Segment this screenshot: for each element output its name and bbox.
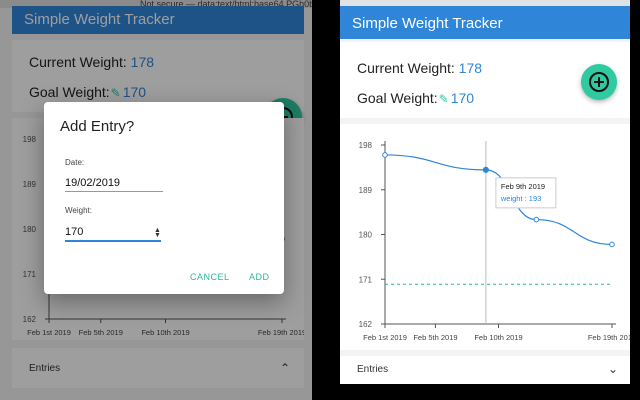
x-tick-label: Feb 19th 2019 (588, 333, 630, 342)
y-tick-label: 189 (359, 186, 373, 195)
date-label: Date: (65, 158, 85, 167)
y-tick-label: 180 (359, 231, 373, 240)
y-tick-label: 162 (359, 320, 373, 329)
current-weight: Current Weight: 178 (357, 60, 482, 76)
weight-field[interactable] (65, 224, 161, 242)
window-gap (340, 384, 630, 400)
goal-weight: Goal Weight:✎ 170 (357, 90, 474, 106)
weight-label: Weight: (65, 206, 92, 215)
weight-chart-svg[interactable]: 162 171 180 189 198 Feb 1st 2019 Feb 5th 2019 F… (340, 124, 636, 350)
current-weight-label: Current Weight: (357, 60, 455, 76)
date-field[interactable] (65, 174, 163, 192)
add-entry-button[interactable] (581, 64, 617, 100)
cancel-button[interactable]: CANCEL (190, 272, 230, 282)
goal-weight-label: Goal Weight: (357, 90, 438, 106)
left-app-view: Not secure — data:text/html;base64,PGh0b… (0, 0, 312, 400)
current-weight-value: 178 (458, 60, 483, 76)
entries-label: Entries (357, 364, 389, 375)
app-bar-title: Simple Weight Tracker (340, 6, 630, 39)
y-tick-label: 198 (359, 141, 373, 150)
weight-stepper[interactable]: ▲ ▼ (154, 227, 161, 239)
tooltip-value: weight : 193 (500, 194, 541, 203)
x-tick-label: Feb 10th 2019 (474, 333, 522, 342)
add-button[interactable]: ADD (249, 272, 270, 282)
dialog-title: Add Entry? (60, 118, 135, 135)
right-app-view: Simple Weight Tracker Current Weight: 17… (340, 0, 636, 384)
weight-data-point (382, 152, 388, 158)
goal-weight-value: 170 (450, 90, 475, 106)
weight-data-point (609, 241, 615, 248)
x-tick-label: Feb 5th 2019 (413, 333, 457, 342)
tooltip-title: Feb 9th 2019 (501, 182, 545, 191)
entries-panel[interactable]: Entries ⌄ (340, 356, 630, 384)
weight-summary-card: Current Weight: 178 Goal Weight:✎ 170 (340, 42, 630, 118)
screenshot-stage: Not secure — data:text/html;base64,PGh0b… (0, 0, 640, 400)
weight-data-point (482, 166, 489, 173)
add-circle-icon (589, 72, 609, 92)
y-tick-label: 171 (359, 275, 373, 284)
weight-data-point (533, 216, 540, 223)
weight-chart-card: 162 171 180 189 198 Feb 1st 2019 Feb 5th 2019 F… (340, 124, 636, 350)
chevron-down-icon[interactable]: ⌄ (608, 362, 618, 376)
pencil-icon[interactable]: ✎ (439, 92, 449, 106)
add-entry-dialog: Add Entry? Date: Weight: ▲▼ CANCEL ADD (44, 102, 284, 294)
x-tick-label: Feb 1st 2019 (363, 333, 407, 342)
